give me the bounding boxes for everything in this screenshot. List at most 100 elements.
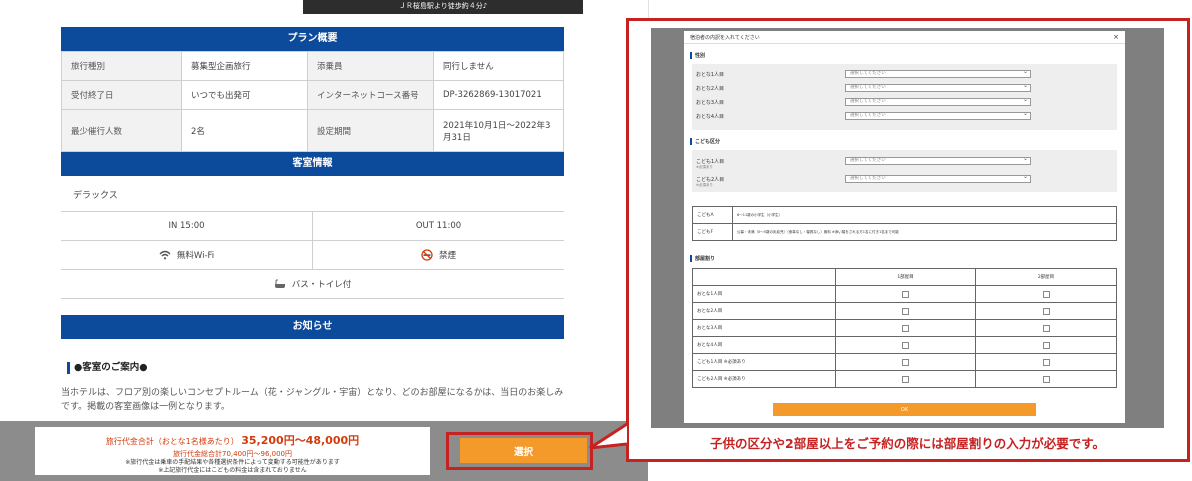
bathtub-icon (274, 279, 285, 288)
bath-amenity: バス・トイレ付 (61, 270, 564, 298)
wifi-icon (159, 250, 171, 260)
guest-breakdown-modal: 宿泊者の内訳を入れてください × 性別 おとな1人目 選択してください おとな2… (684, 31, 1125, 423)
table-header-cell: 受付終了日 (61, 80, 182, 110)
room-2-checkbox[interactable] (1042, 290, 1050, 298)
price-total: 旅行代金総合計70,400円〜96,000円 (173, 450, 292, 458)
adult-2-label: おとな2人目 (696, 86, 725, 92)
plan-overview-table: 旅行種別 募集型企画旅行 添乗員 同行しません 受付終了日 いつでも出発可 イン… (61, 51, 564, 152)
wifi-amenity: 無料Wi-Fi (61, 241, 312, 269)
bath-row: バス・トイレ付 (61, 270, 564, 299)
room-info-grid: IN 15:00 OUT 11:00 無料Wi-Fi 禁煙 バス・トイレ付 (61, 211, 564, 299)
select-button-highlight (446, 432, 593, 470)
price-label: 旅行代金合計（おとな1名様あたり） (105, 437, 239, 446)
room-2-checkbox[interactable] (1042, 307, 1050, 315)
callout-caption: 子供の区分や2部屋以上をご予約の際には部屋割りの入力が必要です。 (710, 436, 1105, 451)
adult-4-label: おとな4人目 (696, 114, 725, 120)
child-1-label: こども1人目 ※必須あり (696, 159, 725, 169)
guest-label: おとな4人目 (692, 336, 836, 354)
child-1-select[interactable]: 選択してください (845, 156, 1031, 165)
table-row: おとな3人目 (692, 319, 1117, 337)
room-2-checkbox[interactable] (1042, 358, 1050, 366)
table-row: こども1人目 ※必須あり (692, 353, 1117, 371)
child-section-title: こども区分 (690, 138, 720, 145)
child-type-desc: 6〜11歳の小学生（小学生） (732, 206, 1117, 224)
guest-label: おとな3人目 (692, 319, 836, 337)
guest-label: こども2人目 ※必須あり (692, 370, 836, 388)
room-2-header: 2部屋目 (975, 268, 1117, 286)
modal-header: 宿泊者の内訳を入れてください × (684, 31, 1125, 44)
table-cell: 2名 (181, 109, 308, 152)
table-row: こどもA 6〜11歳の小学生（小学生） (692, 206, 1117, 224)
child-type-table: こどもA 6〜11歳の小学生（小学生） こどもF 公募・未満（0〜5歳の乳幼児）… (692, 206, 1117, 241)
table-cell: いつでも出発可 (181, 80, 308, 110)
room-1-checkbox[interactable] (902, 341, 909, 349)
room-2-checkbox[interactable] (1042, 375, 1050, 383)
room-1-header: 1部屋目 (835, 268, 976, 286)
guest-label: おとな1人目 (692, 285, 836, 303)
plan-detail-page: ＪＲ桜島駅より徒歩約４分♪ プラン概要 旅行種別 募集型企画旅行 添乗員 同行し… (0, 0, 648, 481)
room-1-checkbox[interactable] (902, 290, 909, 298)
room-1-checkbox[interactable] (902, 375, 909, 383)
room-section-title: 部屋割り (690, 255, 715, 262)
adult-1-label: おとな1人目 (696, 72, 725, 78)
ok-button[interactable]: OK (773, 403, 1036, 416)
child-type-name: こどもF (692, 223, 733, 241)
guest-label: おとな2人目 (692, 302, 836, 320)
modal-title: 宿泊者の内訳を入れてください (690, 35, 760, 41)
room-1-checkbox[interactable] (902, 307, 909, 315)
price-note-1: ※旅行代金は乗車の手配結果や各種選択条件によって変動する可能性があります (125, 459, 340, 466)
room-2-checkbox[interactable] (1042, 341, 1050, 349)
price-amount: 35,200円〜48,000円 (241, 434, 360, 447)
checkin-row: IN 15:00 OUT 11:00 (61, 212, 564, 241)
smoking-amenity: 禁煙 (312, 241, 564, 269)
adult-4-select[interactable]: 選択してください (845, 111, 1031, 120)
table-cell: 2021年10月1日〜2022年3月31日 (433, 109, 564, 152)
plan-overview-heading: プラン概要 (61, 27, 564, 51)
screenshot-root: ＪＲ桜島駅より徒歩約４分♪ プラン概要 旅行種別 募集型企画旅行 添乗員 同行し… (0, 0, 1192, 481)
room-1-checkbox[interactable] (902, 324, 909, 332)
hero-image-caption: ＪＲ桜島駅より徒歩約４分♪ (303, 0, 583, 14)
amenity-row: 無料Wi-Fi 禁煙 (61, 241, 564, 270)
checkin-time: IN 15:00 (168, 221, 205, 231)
child-2-select[interactable]: 選択してください (845, 174, 1031, 183)
table-header-cell: 旅行種別 (61, 51, 182, 81)
price-note-2: ※上記旅行代金にはこどもの料金は含まれておりません (158, 467, 307, 474)
room-type-name: デラックス (73, 191, 118, 201)
adult-3-label: おとな3人目 (696, 100, 725, 106)
guest-label: こども1人目 ※必須あり (692, 353, 836, 371)
child-2-label: こども2人目 ※必須あり (696, 177, 725, 187)
checkout-time: OUT 11:00 (312, 212, 564, 240)
price-summary: 旅行代金合計（おとな1名様あたり） 35,200円〜48,000円 旅行代金総合… (35, 427, 430, 475)
table-cell: DP-3262869-13017021 (433, 80, 564, 110)
no-smoking-icon (421, 249, 433, 261)
table-cell: 同行しません (433, 51, 564, 81)
table-row: こども2人目 ※必須あり (692, 370, 1117, 388)
table-cell: 募集型企画旅行 (181, 51, 308, 81)
table-header-cell: 最少催行人数 (61, 109, 182, 152)
notice-heading: お知らせ (61, 315, 564, 339)
child-type-desc: 公募・未満（0〜5歳の乳幼児）（食事なし・寝具なし）無料 ※添い寝をされる方1名… (732, 223, 1117, 241)
table-row: おとな4人目 (692, 336, 1117, 354)
table-header-cell: インターネットコース番号 (307, 80, 434, 110)
table-row: 最少催行人数 2名 設定期間 2021年10月1日〜2022年3月31日 (61, 109, 564, 152)
table-header-cell (692, 268, 836, 286)
room-info-heading: 客室情報 (61, 152, 564, 176)
smoking-label: 禁煙 (438, 251, 456, 261)
close-icon[interactable]: × (1113, 33, 1119, 41)
adult-1-select[interactable]: 選択してください (845, 69, 1031, 78)
table-header-cell: 添乗員 (307, 51, 434, 81)
table-header-row: 1部屋目 2部屋目 (692, 268, 1117, 286)
room-1-checkbox[interactable] (902, 358, 909, 366)
table-row: おとな2人目 (692, 302, 1117, 320)
adult-section-title: 性別 (690, 52, 705, 59)
notice-title: ●客室のご案内● (67, 362, 148, 374)
adult-2-select[interactable]: 選択してください (845, 83, 1031, 92)
table-row: こどもF 公募・未満（0〜5歳の乳幼児）（食事なし・寝具なし）無料 ※添い寝をさ… (692, 223, 1117, 241)
child-type-name: こどもA (692, 206, 733, 224)
notice-body: 当ホテルは、フロア別の楽しいコンセプトルーム（花・ジャングル・宇宙）となり、どの… (61, 388, 564, 412)
adult-3-select[interactable]: 選択してください (845, 97, 1031, 106)
bath-label: バス・トイレ付 (291, 280, 352, 290)
room-assignment-table: 1部屋目 2部屋目 おとな1人目 おとな2人目 おとな3人目 おとな4人目 こど… (692, 268, 1117, 388)
table-row: おとな1人目 (692, 285, 1117, 303)
room-2-checkbox[interactable] (1042, 324, 1050, 332)
